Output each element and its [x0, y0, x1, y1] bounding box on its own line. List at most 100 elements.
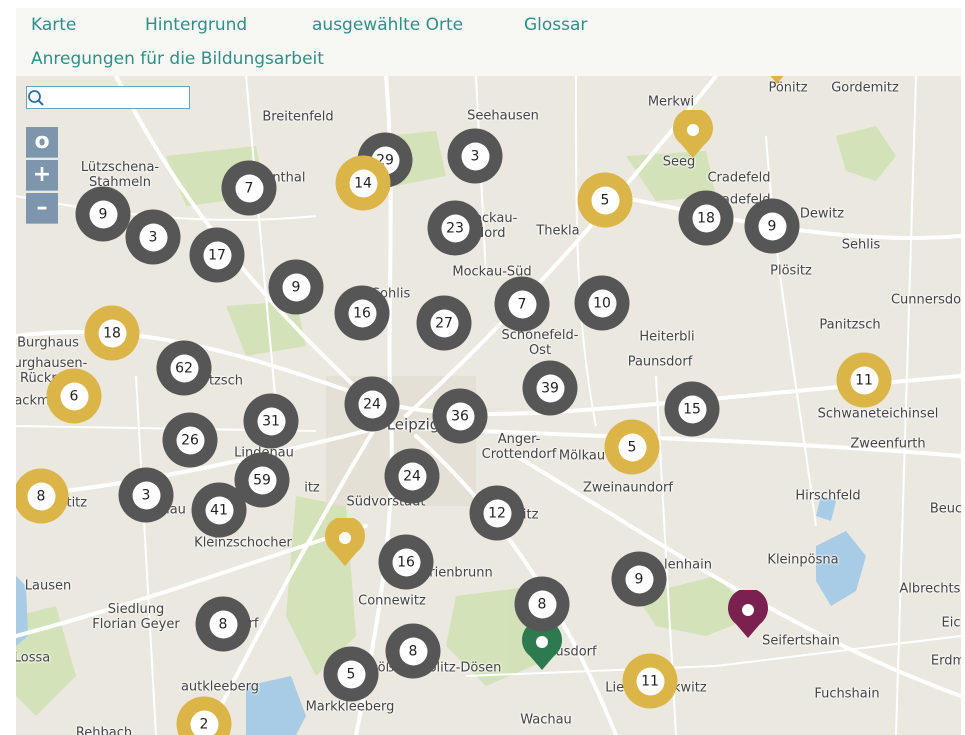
map-pin-gold[interactable] — [323, 518, 367, 568]
cluster-marker[interactable]: 9 — [611, 551, 667, 607]
place-label: Albrechtsh — [899, 581, 961, 597]
cluster-marker[interactable]: 36 — [432, 388, 488, 444]
nav-item-bildungsarbeit[interactable]: Anregungen für die Bildungsarbeit — [31, 49, 324, 69]
search-icon[interactable] — [27, 89, 45, 107]
place-label: Connewitz — [358, 593, 426, 609]
place-label: Lausen — [24, 578, 72, 594]
cluster-count: 18 — [692, 204, 720, 232]
map-canvas[interactable]: Pönitz Gordemitz Merkwi Breitenfeld Seeh… — [16, 76, 961, 735]
cluster-count: 8 — [399, 637, 427, 665]
cluster-count: 8 — [27, 482, 55, 510]
cluster-count: 5 — [591, 186, 619, 214]
cluster-count: 9 — [282, 273, 310, 301]
cluster-marker[interactable]: 39 — [522, 360, 578, 416]
cluster-count: 16 — [348, 299, 376, 327]
cluster-marker[interactable]: 8 — [514, 576, 570, 632]
map-pin-gold[interactable] — [765, 76, 789, 86]
cluster-marker[interactable]: 12 — [469, 485, 525, 541]
place-label: Breitenfeld — [262, 109, 334, 125]
place-label: Schönefeld- Ost — [501, 328, 579, 358]
cluster-marker[interactable]: 5 — [577, 172, 633, 228]
nav-item-karte[interactable]: Karte — [31, 15, 76, 35]
cluster-marker[interactable]: 26 — [162, 412, 218, 468]
cluster-count: 14 — [349, 169, 377, 197]
place-label: itz — [304, 480, 320, 496]
cluster-marker[interactable]: 3 — [118, 467, 174, 523]
cluster-marker[interactable]: 24 — [344, 376, 400, 432]
cluster-marker[interactable]: 7 — [221, 160, 277, 216]
cluster-marker[interactable]: 7 — [494, 276, 550, 332]
place-label: ackm — [16, 393, 50, 409]
cluster-count: 10 — [588, 289, 616, 317]
place-label: Cradefeld — [707, 170, 771, 186]
cluster-count: 39 — [536, 374, 564, 402]
cluster-marker[interactable]: 8 — [385, 623, 441, 679]
cluster-count: 36 — [446, 402, 474, 430]
cluster-count: 27 — [430, 309, 458, 337]
zoom-out-button[interactable]: – — [26, 193, 58, 224]
cluster-marker[interactable]: 5 — [604, 419, 660, 475]
zoom-in-button[interactable]: + — [26, 160, 58, 191]
cluster-count: 24 — [358, 390, 386, 418]
place-label: Beuc — [929, 501, 961, 517]
cluster-count: 31 — [257, 407, 285, 435]
locate-button[interactable]: o — [26, 127, 58, 158]
cluster-count: 9 — [625, 565, 653, 593]
cluster-marker[interactable]: 24 — [384, 448, 440, 504]
cluster-marker[interactable]: 18 — [84, 305, 140, 361]
place-label: Plösitz — [770, 263, 812, 279]
cluster-marker[interactable]: 17 — [189, 227, 245, 283]
cluster-count: 11 — [850, 366, 878, 394]
cluster-count: 3 — [132, 481, 160, 509]
cluster-count: 26 — [176, 426, 204, 454]
cluster-count: 12 — [483, 499, 511, 527]
cluster-marker[interactable]: 11 — [836, 352, 892, 408]
cluster-marker[interactable]: 18 — [678, 190, 734, 246]
cluster-count: 23 — [441, 214, 469, 242]
cluster-marker[interactable]: 6 — [46, 368, 102, 424]
nav-item-ausgewaehlte-orte[interactable]: ausgewählte Orte — [312, 15, 463, 35]
cluster-marker[interactable]: 10 — [574, 275, 630, 331]
cluster-marker[interactable]: 15 — [664, 381, 720, 437]
nav-item-hintergrund[interactable]: Hintergrund — [145, 15, 247, 35]
cluster-marker[interactable]: 3 — [125, 209, 181, 265]
cluster-marker[interactable]: 11 — [622, 653, 678, 709]
cluster-marker[interactable]: 23 — [427, 200, 483, 256]
cluster-marker[interactable]: 14 — [335, 155, 391, 211]
cluster-count: 7 — [235, 174, 263, 202]
cluster-marker[interactable]: 16 — [334, 285, 390, 341]
nav-item-glossar[interactable]: Glossar — [524, 15, 587, 35]
cluster-marker[interactable]: 41 — [191, 482, 247, 538]
place-label: Anger- Crottendorf — [481, 432, 557, 462]
cluster-marker[interactable]: 62 — [156, 340, 212, 396]
map-pin-purple[interactable] — [726, 590, 770, 640]
cluster-marker[interactable]: 8 — [16, 468, 69, 524]
place-label: Sehlis — [841, 237, 881, 253]
map-pin-gold[interactable] — [671, 110, 715, 160]
cluster-marker[interactable]: 5 — [323, 646, 379, 702]
place-label: Gordemitz — [831, 80, 899, 96]
place-label: Dewitz — [799, 206, 845, 222]
place-label: Hirschfeld — [795, 488, 861, 504]
place-label: Siedlung Florian Geyer — [92, 602, 180, 632]
place-label: Paunsdorf — [627, 354, 693, 370]
place-label: Schwaneteichinsel — [817, 406, 939, 422]
place-label: Mölkau — [558, 448, 606, 464]
place-label: Zweenfurth — [850, 436, 926, 452]
search-input[interactable] — [29, 88, 169, 109]
cluster-count: 18 — [98, 319, 126, 347]
cluster-count: 2 — [190, 710, 218, 735]
cluster-marker[interactable]: 9 — [744, 198, 800, 254]
cluster-marker[interactable]: 9 — [268, 259, 324, 315]
cluster-marker[interactable]: 31 — [243, 393, 299, 449]
cluster-marker[interactable]: 3 — [447, 128, 503, 184]
place-label: Kleinpösna — [767, 552, 839, 568]
cluster-marker[interactable]: 27 — [416, 295, 472, 351]
place-label: Markkleeberg — [305, 699, 395, 715]
cluster-count: 9 — [758, 212, 786, 240]
cluster-marker[interactable]: 9 — [75, 186, 131, 242]
cluster-count: 24 — [398, 462, 426, 490]
cluster-marker[interactable]: 8 — [195, 596, 251, 652]
cluster-count: 41 — [205, 496, 233, 524]
cluster-marker[interactable]: 16 — [378, 534, 434, 590]
